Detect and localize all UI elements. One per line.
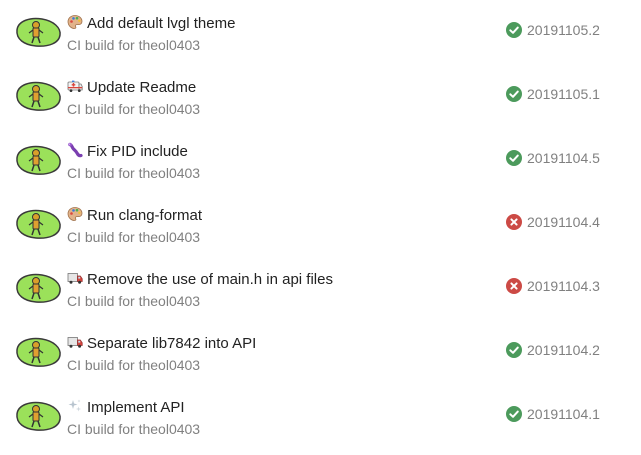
build-title: Remove the use of main.h in api files [67,270,333,289]
build-status: 20191104.2 [506,342,600,360]
build-version: 20191104.2 [527,342,600,358]
build-title: Separate lib7842 into API [67,334,256,353]
build-title: Fix PID include [67,142,188,161]
ambulance-icon [67,78,83,94]
truck-icon [67,270,83,286]
build-row[interactable]: Separate lib7842 into API CI build for t… [0,320,641,384]
build-row[interactable]: Remove the use of main.h in api files CI… [0,256,641,320]
avatar [14,336,62,368]
build-title-text: Implement API [87,399,185,416]
artist-palette-icon [67,206,83,222]
success-check-icon [506,150,522,166]
build-status: 20191104.3 [506,278,600,296]
artist-palette-icon [67,14,83,30]
build-row[interactable]: Add default lvgl theme CI build for theo… [0,0,641,64]
avatar [14,80,62,112]
build-version: 20191104.4 [527,214,600,230]
build-status: 20191105.1 [506,86,600,104]
build-title: Update Readme [67,78,196,97]
build-title-text: Fix PID include [87,143,188,160]
build-title-text: Separate lib7842 into API [87,335,257,352]
avatar [14,272,62,304]
build-title-text: Remove the use of main.h in api files [87,271,333,288]
build-title: Add default lvgl theme [67,14,235,33]
build-title-text: Add default lvgl theme [87,15,236,32]
avatar [14,16,62,48]
build-subtitle: CI build for theol0403 [67,357,201,373]
build-title: Implement API [67,398,185,417]
build-version: 20191104.3 [527,278,600,294]
success-check-icon [506,86,522,102]
build-status: 20191104.1 [506,406,600,424]
build-status: 20191104.4 [506,214,600,232]
truck-icon [67,334,83,350]
build-subtitle: CI build for theol0403 [67,165,201,181]
success-check-icon [506,406,522,422]
success-check-icon [506,342,522,358]
bug-icon [67,142,83,158]
avatar [14,144,62,176]
failed-x-icon [506,278,522,294]
failed-x-icon [506,214,522,230]
build-title-text: Run clang-format [87,207,203,224]
build-subtitle: CI build for theol0403 [67,293,201,309]
build-version: 20191105.2 [527,22,600,38]
build-row[interactable]: Run clang-format CI build for theol0403 … [0,192,641,256]
success-check-icon [506,22,522,38]
build-status: 20191104.5 [506,150,600,168]
build-version: 20191104.5 [527,150,600,166]
build-subtitle: CI build for theol0403 [67,229,201,245]
build-row[interactable]: Fix PID include CI build for theol0403 2… [0,128,641,192]
build-row[interactable]: Implement API CI build for theol0403 201… [0,384,641,448]
build-status: 20191105.2 [506,22,600,40]
build-title-text: Update Readme [87,79,197,96]
sparkles-icon [67,398,83,414]
build-subtitle: CI build for theol0403 [67,37,201,53]
avatar [14,208,62,240]
build-list: Add default lvgl theme CI build for theo… [0,0,641,455]
build-title: Run clang-format [67,206,202,225]
build-subtitle: CI build for theol0403 [67,101,201,117]
build-version: 20191104.1 [527,406,600,422]
avatar [14,400,62,432]
build-row[interactable]: Update Readme CI build for theol0403 201… [0,64,641,128]
build-subtitle: CI build for theol0403 [67,421,201,437]
build-version: 20191105.1 [527,86,600,102]
